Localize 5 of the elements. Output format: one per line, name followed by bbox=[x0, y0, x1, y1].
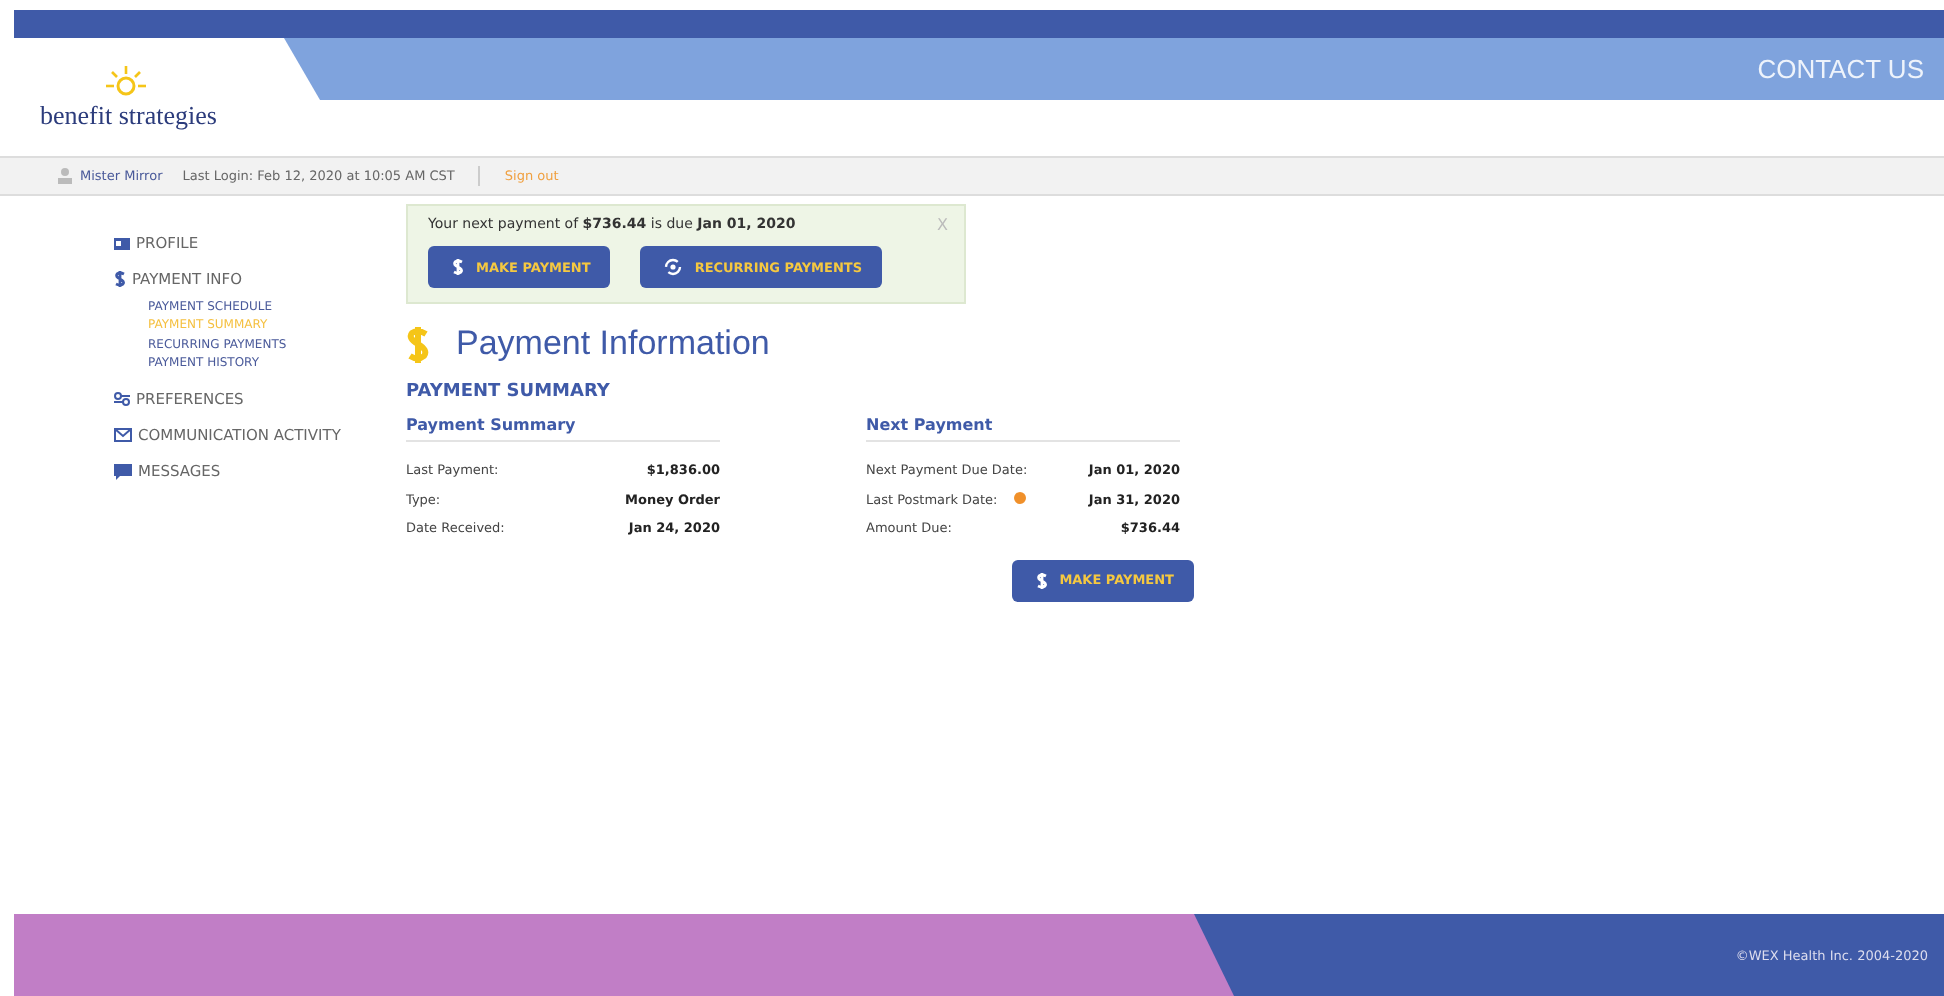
panel-title: Payment Summary bbox=[406, 416, 720, 442]
page-title: Payment Information bbox=[456, 324, 770, 364]
panel-title: Next Payment bbox=[866, 416, 1180, 442]
logo-text: benefit strategies bbox=[40, 102, 217, 128]
section-title: PAYMENT SUMMARY bbox=[406, 382, 612, 402]
